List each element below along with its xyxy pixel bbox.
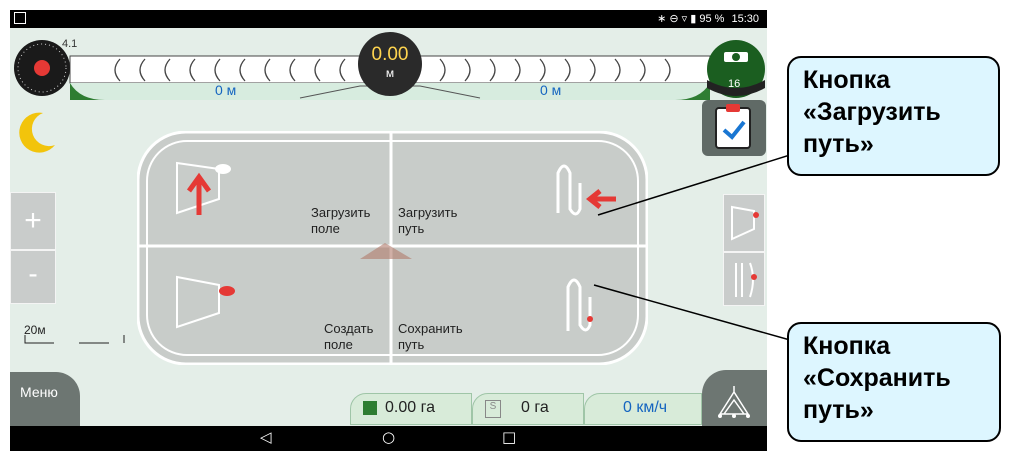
- field-boundary-button[interactable]: [723, 194, 765, 252]
- area-worked-icon: [363, 401, 377, 415]
- speed-unit: м: [385, 66, 395, 80]
- field-boundary-icon: [731, 205, 759, 241]
- clock: 15:30: [731, 13, 759, 25]
- load-path-label: Загрузить путь: [398, 205, 458, 236]
- implement-button[interactable]: [702, 370, 767, 426]
- home-icon[interactable]: ○: [382, 428, 395, 446]
- speed-value: 0.00: [371, 44, 409, 65]
- load-path-icon: [556, 164, 616, 216]
- satellite-icon: [707, 40, 765, 98]
- clipboard-button[interactable]: [702, 100, 766, 156]
- map-scale: 20м: [24, 321, 134, 344]
- scale-bar: [24, 335, 125, 344]
- status-bar: ∗ ⊖ ▿ ▮ 95 % 15:30: [10, 10, 767, 28]
- callout-load-path: Кнопка «Загрузить путь»: [787, 56, 1000, 176]
- battery-percent: 95 %: [699, 13, 725, 25]
- speed-pill: 0 км/ч: [584, 393, 702, 425]
- load-field-label: Загрузить поле: [311, 205, 371, 236]
- moon-icon: [19, 112, 56, 153]
- clipboard-icon: [715, 104, 751, 149]
- area-worked-value: 0.00 га: [385, 399, 435, 416]
- guidance-lines-icon: [735, 262, 757, 298]
- create-field-icon: [176, 275, 235, 329]
- area-s-icon: S: [485, 400, 501, 418]
- bottom-status-bar: 0.00 га S 0 га 0 км/ч: [350, 393, 702, 426]
- load-path-button[interactable]: Загрузить путь: [394, 133, 644, 246]
- speed-dial: 0.00 м: [358, 32, 422, 96]
- save-path-label: Сохранить путь: [398, 321, 463, 352]
- compass-widget[interactable]: [10, 38, 74, 98]
- zoom-out-button[interactable]: -: [10, 250, 56, 304]
- bluetooth-icon: ∗ ⊖ ▿ ▮: [657, 13, 700, 25]
- load-field-button[interactable]: Загрузить поле: [139, 133, 389, 246]
- zoom-in-button[interactable]: +: [10, 192, 56, 250]
- guidance-lines-button[interactable]: [723, 252, 765, 306]
- gps-count: 16: [728, 78, 741, 90]
- create-field-button[interactable]: Создать поле: [139, 249, 389, 362]
- back-icon[interactable]: ◁: [260, 428, 272, 446]
- area-worked-pill: 0.00 га: [350, 393, 472, 425]
- compass-icon: [14, 40, 70, 96]
- recents-icon[interactable]: □: [502, 428, 516, 446]
- callout-save-path: Кнопка «Сохранить путь»: [787, 322, 1001, 442]
- area-s-pill: S 0 га: [472, 393, 584, 425]
- distance-left: 0 м: [215, 82, 237, 98]
- load-field-icon: [176, 161, 231, 215]
- menu-label: Меню: [20, 384, 58, 400]
- save-path-button[interactable]: Сохранить путь: [394, 249, 644, 362]
- create-field-label: Создать поле: [324, 321, 374, 352]
- gps-status[interactable]: 16: [702, 38, 767, 100]
- day-night-toggle[interactable]: [15, 107, 59, 157]
- notification-icon: [14, 12, 26, 24]
- status-right: ∗ ⊖ ▿ ▮ 95 % 15:30: [657, 12, 759, 25]
- distance-right: 0 м: [540, 82, 562, 98]
- android-nav-bar: ◁ ○ □: [10, 426, 767, 451]
- menu-button[interactable]: Меню: [10, 372, 80, 426]
- app-screen: ∗ ⊖ ▿ ▮ 95 % 15:30 4.1 0 м 0 м 0.00 м 16…: [10, 10, 767, 451]
- speed-kmh-value: 0 км/ч: [623, 399, 668, 416]
- save-path-icon: [566, 278, 593, 332]
- implement-icon: [718, 386, 750, 418]
- area-s-value: 0 га: [521, 399, 549, 416]
